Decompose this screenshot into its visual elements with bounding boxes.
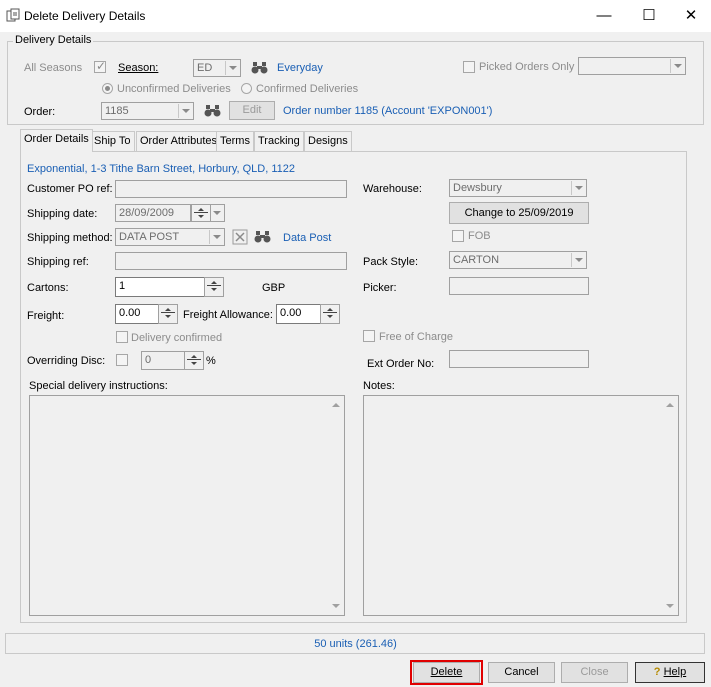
unconfirmed-deliveries-label: Unconfirmed Deliveries [117, 83, 231, 95]
picked-orders-only-checkbox[interactable] [463, 61, 475, 73]
pack-style-select[interactable]: CARTON [449, 251, 587, 269]
tab-designs[interactable]: Designs [304, 131, 352, 151]
notes-textarea[interactable] [363, 395, 679, 616]
shipping-date-field[interactable]: 28/09/2009 [115, 204, 191, 222]
notes-scrollbar[interactable] [662, 397, 677, 614]
free-of-charge-checkbox[interactable] [363, 330, 375, 342]
help-button[interactable]: ? Help [635, 662, 705, 683]
overriding-disc-label: Overriding Disc: [27, 355, 106, 367]
tab-order-details[interactable]: Order Details [20, 129, 93, 152]
clear-icon[interactable] [232, 229, 248, 245]
percent-label: % [206, 355, 216, 367]
minimize-button[interactable]: — [581, 0, 627, 32]
freight-label: Freight: [27, 310, 65, 322]
tab-terms[interactable]: Terms [216, 131, 254, 151]
confirmed-deliveries-radio[interactable] [241, 83, 252, 94]
order-description: Order number 1185 (Account 'EXPON001') [283, 105, 493, 117]
picked-orders-select[interactable] [578, 57, 686, 75]
season-search-icon[interactable] [251, 60, 268, 75]
delivery-address: Exponential, 1-3 Tithe Barn Street, Horb… [27, 163, 296, 175]
order-search-icon[interactable] [204, 103, 221, 118]
special-instructions-label: Special delivery instructions: [29, 380, 168, 392]
ext-order-label: Ext Order No: [367, 358, 435, 370]
maximize-button[interactable]: ☐ [626, 0, 672, 32]
order-label: Order: [24, 106, 56, 118]
free-of-charge-label: Free of Charge [379, 331, 453, 343]
shipping-method-label: Shipping method: [27, 232, 113, 244]
picker-label: Picker: [363, 282, 397, 294]
app-icon [6, 8, 20, 22]
all-seasons-checkbox[interactable] [94, 59, 106, 73]
tab-ship-to[interactable]: Ship To [90, 131, 135, 151]
help-icon: ? [653, 666, 661, 678]
freight-allowance-field[interactable]: 0.00 [276, 304, 321, 324]
unconfirmed-deliveries-radio[interactable] [102, 83, 113, 94]
currency-label: GBP [262, 282, 286, 294]
shipping-method-search-icon[interactable] [254, 229, 271, 244]
season-name: Everyday [277, 62, 323, 74]
shipping-method-select[interactable]: DATA POST [115, 228, 225, 246]
warehouse-label: Warehouse: [363, 183, 422, 195]
delete-button[interactable]: Delete [413, 662, 480, 683]
confirmed-deliveries-label: Confirmed Deliveries [256, 83, 359, 95]
special-instructions-textarea[interactable] [29, 395, 345, 616]
delivery-details-label: Delivery Details [13, 34, 94, 46]
freight-field[interactable]: 0.00 [115, 304, 159, 324]
cancel-button[interactable]: Cancel [488, 662, 555, 683]
all-seasons-label: All Seasons [24, 62, 83, 74]
picked-orders-only-label: Picked Orders Only [479, 61, 575, 73]
overriding-disc-spinner[interactable] [184, 351, 204, 370]
cartons-label: Cartons: [27, 282, 69, 294]
freight-allowance-label: Freight Allowance: [183, 309, 273, 321]
shipping-date-label: Shipping date: [27, 208, 98, 220]
edit-order-button[interactable]: Edit [229, 101, 275, 120]
window-title: Delete Delivery Details [24, 9, 146, 23]
change-date-button[interactable]: Change to 25/09/2019 [449, 202, 589, 224]
fob-label: FOB [468, 230, 491, 242]
shipping-ref-field[interactable] [115, 252, 347, 270]
cartons-field[interactable]: 1 [115, 277, 205, 297]
freight-spinner[interactable] [158, 304, 178, 324]
delivery-confirmed-label: Delivery confirmed [131, 332, 223, 344]
shipping-ref-label: Shipping ref: [27, 256, 89, 268]
help-label: Help [663, 666, 687, 678]
tab-tracking[interactable]: Tracking [254, 131, 304, 151]
close-window-button[interactable]: ✕ [668, 0, 711, 32]
tab-order-attributes[interactable]: Order Attributes [136, 131, 222, 151]
shipping-method-name: Data Post [283, 232, 332, 244]
cartons-spinner[interactable] [204, 277, 224, 297]
close-button[interactable]: Close [561, 662, 628, 683]
notes-label: Notes: [363, 380, 395, 392]
pack-style-label: Pack Style: [363, 256, 419, 268]
season-select[interactable]: ED [193, 59, 241, 77]
shipping-date-spinner[interactable] [191, 204, 211, 222]
customer-po-label: Customer PO ref: [27, 183, 113, 195]
delivery-confirmed-checkbox[interactable] [116, 331, 128, 343]
warehouse-select[interactable]: Dewsbury [449, 179, 587, 197]
ext-order-field[interactable] [449, 350, 589, 368]
fob-checkbox[interactable] [452, 230, 464, 242]
overriding-disc-field[interactable]: 0 [141, 351, 185, 370]
picker-field[interactable] [449, 277, 589, 295]
customer-po-field[interactable] [115, 180, 347, 198]
shipping-date-dropdown[interactable] [210, 204, 225, 222]
season-label: Season: [118, 62, 159, 74]
freight-allowance-spinner[interactable] [320, 304, 340, 324]
special-instructions-scrollbar[interactable] [328, 397, 343, 614]
overriding-disc-checkbox[interactable] [116, 354, 128, 366]
order-select[interactable]: 1185 [101, 102, 194, 120]
status-summary: 50 units (261.46) [314, 638, 397, 650]
